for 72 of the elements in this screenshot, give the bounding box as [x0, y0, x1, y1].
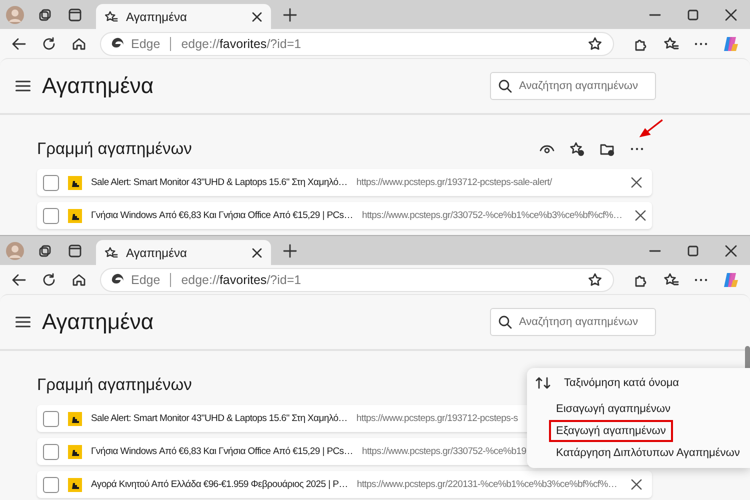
- search-icon: [497, 314, 513, 330]
- refresh-icon[interactable]: [41, 272, 57, 288]
- copilot-icon[interactable]: [722, 270, 740, 288]
- workspaces-icon[interactable]: [37, 7, 53, 23]
- home-icon[interactable]: [71, 272, 87, 288]
- edge-logo-icon: [111, 272, 125, 286]
- maximize-icon[interactable]: [687, 244, 699, 256]
- checkbox[interactable]: [43, 410, 59, 426]
- back-icon[interactable]: [11, 272, 27, 288]
- close-icon: [635, 210, 646, 221]
- page-title: Αγαπημένα: [42, 309, 155, 335]
- favorite-row[interactable]: Sale Alert: Smart Monitor 43"UHD & Laptops 15.6" Στη Χαμηλό… https://www.pcsteps.gr/193712-pcsteps-sale-alert/: [37, 169, 652, 196]
- site-favicon-icon: [68, 208, 82, 222]
- favorite-title: Γνήσια Windows Από €6,83 Και Γνήσια Office Από €15,29 | PCs…: [91, 446, 353, 457]
- browser-tab[interactable]: Αγαπημένα: [96, 240, 271, 265]
- section-title: Γραμμή αγαπημένων: [37, 140, 192, 158]
- favorite-url: https://www.pcsteps.gr/193712-pcsteps-s: [356, 413, 518, 424]
- favorite-url: https://www.pcsteps.gr/193712-pcsteps-sale-alert/: [356, 177, 552, 188]
- favorite-title: Γνήσια Windows Από €6,83 Και Γνήσια Office Από €15,29 | PCs…: [91, 210, 353, 221]
- favorite-row[interactable]: Γνήσια Windows Από €6,83 Και Γνήσια Office Από €15,29 | PCs… https://www.pcsteps.gr/330752-%ce%b1%ce%b3%ce%bf%cf%…: [37, 202, 652, 229]
- favorites-icon: [104, 10, 118, 24]
- home-icon[interactable]: [71, 36, 87, 52]
- site-favicon-icon: [68, 176, 82, 190]
- close-icon[interactable]: [725, 244, 737, 256]
- close-icon: [631, 479, 642, 490]
- close-icon: [631, 177, 642, 188]
- favorites-icon: [104, 246, 118, 260]
- favorite-title: Αγορά Κινητού Από Ελλάδα €96-€1.959 Φεβρουάριος 2025 | P…: [91, 479, 348, 490]
- favorite-url: https://www.pcsteps.gr/330752-%ce%b19: [362, 446, 526, 457]
- tab-actions-icon[interactable]: [67, 7, 83, 23]
- section-title: Γραμμή αγαπημένων: [37, 376, 192, 394]
- favorite-row[interactable]: Αγορά Κινητού Από Ελλάδα €96-€1.959 Φεβρουάριος 2025 | P… https://www.pcsteps.gr/220131-%ce%b1%ce%b3%ce%bf%cf%…: [37, 471, 652, 498]
- back-icon[interactable]: [11, 36, 27, 52]
- favorites-icon[interactable]: [663, 272, 679, 288]
- address-field[interactable]: Edge edge://favorites/?id=1: [100, 32, 614, 56]
- search-field[interactable]: Αναζήτηση αγαπημένων: [490, 72, 656, 100]
- star-icon[interactable]: [587, 36, 603, 52]
- menu-item[interactable]: Εξαγωγή αγαπημένων: [549, 420, 673, 442]
- checkbox[interactable]: [43, 208, 59, 224]
- search-input[interactable]: Αναζήτηση αγαπημένων: [519, 80, 649, 92]
- edge-logo-icon: [111, 36, 125, 50]
- favorites-icon[interactable]: [663, 36, 679, 52]
- maximize-icon[interactable]: [687, 8, 699, 20]
- site-favicon-icon: [68, 444, 82, 458]
- site-favicon-icon: [68, 478, 82, 492]
- menu-item[interactable]: Ταξινόμηση κατά όνομα: [557, 372, 686, 394]
- favorite-title: Sale Alert: Smart Monitor 43"UHD & Laptops 15.6" Στη Χαμηλό…: [91, 177, 348, 188]
- checkbox[interactable]: [43, 476, 59, 492]
- page-title: Αγαπημένα: [42, 73, 155, 99]
- sort-icon: [535, 375, 551, 391]
- site-favicon-icon: [68, 412, 82, 426]
- workspaces-icon[interactable]: [37, 243, 53, 259]
- favorite-url: https://www.pcsteps.gr/220131-%ce%b1%ce%b3%ce%bf%cf%…: [356, 479, 618, 490]
- checkbox[interactable]: [43, 174, 59, 190]
- refresh-icon[interactable]: [41, 36, 57, 52]
- search-icon: [497, 78, 513, 94]
- close-icon[interactable]: [725, 8, 737, 20]
- search-input[interactable]: Αναζήτηση αγαπημένων: [519, 316, 649, 328]
- address-field[interactable]: Edge edge://favorites/?id=1: [100, 268, 614, 292]
- copilot-icon[interactable]: [722, 34, 740, 52]
- star-icon[interactable]: [587, 272, 603, 288]
- favorite-url: https://www.pcsteps.gr/330752-%ce%b1%ce%b3%ce%bf%cf%…: [362, 210, 622, 221]
- new-tab-icon[interactable]: [282, 243, 298, 259]
- close-icon[interactable]: [251, 10, 263, 22]
- new-tab-icon[interactable]: [282, 7, 298, 23]
- browser-tab[interactable]: Αγαπημένα: [96, 4, 271, 29]
- close-icon[interactable]: [251, 246, 263, 258]
- tab-actions-icon[interactable]: [67, 243, 83, 259]
- star-add-icon[interactable]: [569, 141, 585, 157]
- favorite-title: Sale Alert: Smart Monitor 43"UHD & Laptops 15.6" Στη Χαμηλό…: [91, 413, 348, 424]
- checkbox[interactable]: [43, 444, 59, 460]
- search-field[interactable]: Αναζήτηση αγαπημένων: [490, 308, 656, 336]
